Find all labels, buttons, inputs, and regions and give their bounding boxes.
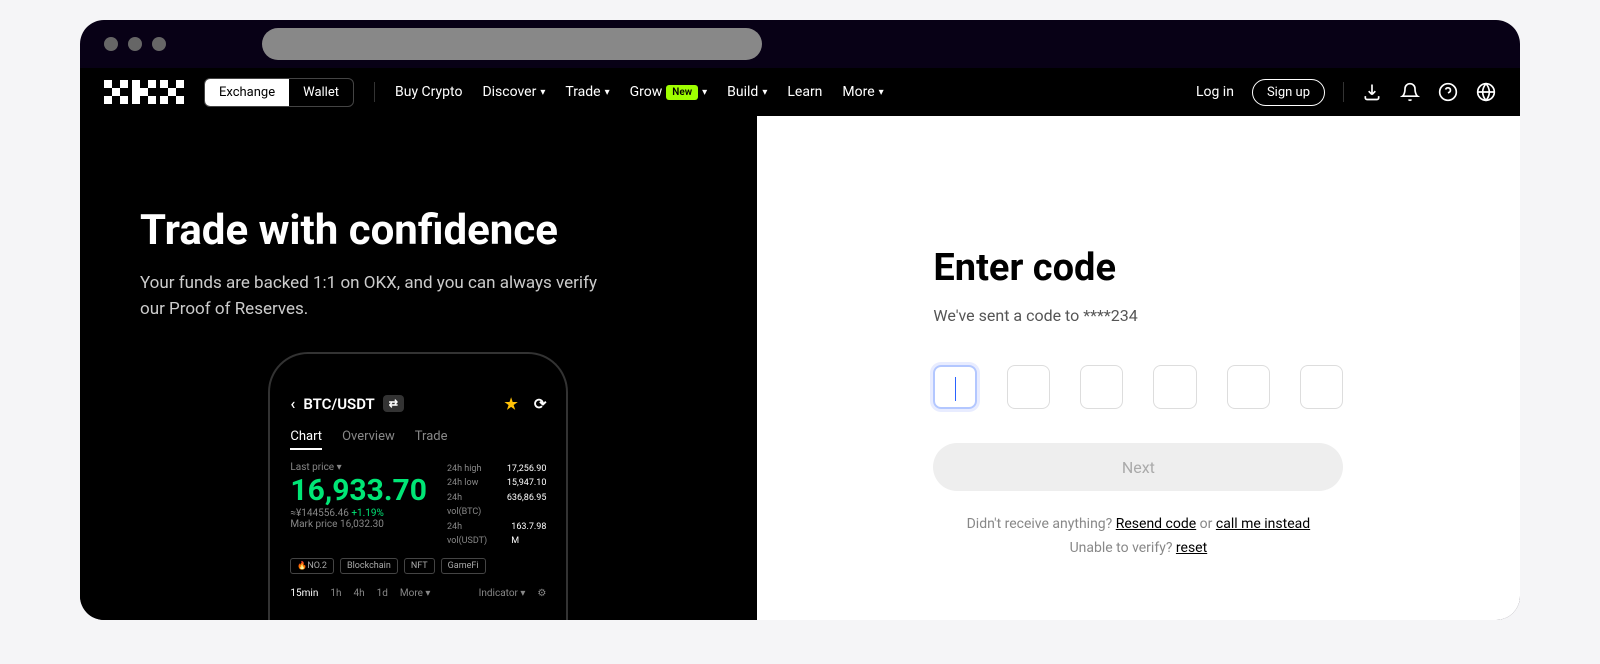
hero-title: Trade with confidence bbox=[140, 206, 697, 255]
exchange-toggle[interactable]: Exchange bbox=[205, 79, 289, 106]
address-bar[interactable] bbox=[262, 28, 762, 60]
divider bbox=[1343, 82, 1344, 102]
back-icon: ‹ bbox=[290, 394, 295, 413]
bell-icon[interactable] bbox=[1400, 82, 1420, 102]
resend-code-link[interactable]: Resend code bbox=[1116, 516, 1196, 532]
tag: GameFi bbox=[441, 558, 486, 574]
mark-price: Mark price 16,032.30 bbox=[290, 519, 427, 530]
form-title: Enter code bbox=[933, 246, 1343, 290]
code-digit-1[interactable] bbox=[933, 365, 976, 409]
tf-4h: 4h bbox=[354, 588, 365, 599]
price-stats: 24h high17,256.90 24h low15,947.10 24h v… bbox=[447, 462, 546, 548]
phone-mockup: ‹ BTC/USDT ⇄ ★ ⟳ Chart Overview Trade La… bbox=[268, 352, 568, 620]
window-controls bbox=[104, 37, 166, 51]
tf-more: More ▾ bbox=[400, 588, 431, 599]
browser-window: ▮▮▮ document.querySelector('.logo').styl… bbox=[80, 20, 1520, 620]
chevron-down-icon: ▾ bbox=[762, 87, 767, 98]
sub-price: ≈¥144556.46 +1.19% bbox=[290, 508, 427, 519]
phone-tab-chart: Chart bbox=[290, 429, 322, 450]
price-value: 16,933.70 bbox=[290, 473, 427, 508]
chevron-down-icon: ▾ bbox=[540, 87, 545, 98]
reset-link[interactable]: reset bbox=[1176, 540, 1207, 556]
close-dot[interactable] bbox=[104, 37, 118, 51]
chevron-down-icon: ▾ bbox=[879, 87, 884, 98]
code-digit-3[interactable] bbox=[1080, 365, 1123, 409]
star-icon: ★ bbox=[504, 395, 517, 413]
code-digit-4[interactable] bbox=[1153, 365, 1196, 409]
tags: NO.2 Blockchain NFT GameFi bbox=[290, 558, 546, 574]
nav-grow[interactable]: GrowNew▾ bbox=[630, 84, 708, 100]
pair-name: BTC/USDT bbox=[303, 395, 374, 413]
signup-button[interactable]: Sign up bbox=[1252, 79, 1325, 106]
code-digit-2[interactable] bbox=[1007, 365, 1050, 409]
tag: Blockchain bbox=[340, 558, 398, 574]
nav-learn[interactable]: Learn bbox=[787, 84, 822, 100]
nav-more[interactable]: More▾ bbox=[842, 84, 883, 100]
code-inputs bbox=[933, 365, 1343, 409]
tag: NFT bbox=[404, 558, 435, 574]
nav-buy-crypto[interactable]: Buy Crypto bbox=[395, 84, 462, 100]
minimize-dot[interactable] bbox=[128, 37, 142, 51]
form-subtitle: We've sent a code to ****234 bbox=[933, 306, 1343, 325]
tf-1d: 1d bbox=[377, 588, 388, 599]
timeframes: 15min 1h 4h 1d More ▾ Indicator ▾ ⚙ bbox=[290, 588, 546, 599]
phone-tabs: Chart Overview Trade bbox=[290, 429, 546, 450]
divider bbox=[374, 82, 375, 102]
tf-1h: 1h bbox=[330, 588, 341, 599]
help-icon[interactable] bbox=[1438, 82, 1458, 102]
download-icon[interactable] bbox=[1362, 82, 1382, 102]
nav-trade[interactable]: Trade▾ bbox=[565, 84, 609, 100]
price-row: Last price ▾ 16,933.70 ≈¥144556.46 +1.19… bbox=[290, 462, 546, 548]
settings-icon: ⚙ bbox=[537, 588, 546, 599]
nav-build[interactable]: Build▾ bbox=[727, 84, 767, 100]
phone-tab-overview: Overview bbox=[342, 429, 395, 450]
content: Trade with confidence Your funds are bac… bbox=[80, 116, 1520, 620]
form-panel: Enter code We've sent a code to ****234 … bbox=[757, 116, 1520, 620]
tf-15min: 15min bbox=[290, 588, 318, 599]
indicator: Indicator ▾ bbox=[479, 588, 526, 599]
swap-icon: ⇄ bbox=[383, 395, 404, 412]
help-text: Didn't receive anything? Resend code or … bbox=[933, 513, 1343, 561]
call-me-link[interactable]: call me instead bbox=[1216, 516, 1310, 532]
last-price-label: Last price ▾ bbox=[290, 462, 427, 473]
hero-subtitle: Your funds are backed 1:1 on OKX, and yo… bbox=[140, 271, 620, 322]
code-digit-6[interactable] bbox=[1300, 365, 1343, 409]
next-button[interactable]: Next bbox=[933, 443, 1343, 491]
new-badge: New bbox=[666, 85, 698, 100]
hero-panel: Trade with confidence Your funds are bac… bbox=[80, 116, 757, 620]
wallet-toggle[interactable]: Wallet bbox=[289, 79, 353, 106]
phone-tab-trade: Trade bbox=[415, 429, 448, 450]
chevron-down-icon: ▾ bbox=[605, 87, 610, 98]
nav-right: Log in Sign up bbox=[1196, 79, 1496, 106]
maximize-dot[interactable] bbox=[152, 37, 166, 51]
code-digit-5[interactable] bbox=[1227, 365, 1270, 409]
login-link[interactable]: Log in bbox=[1196, 84, 1234, 100]
mode-toggle: Exchange Wallet bbox=[204, 78, 354, 107]
nav-discover[interactable]: Discover▾ bbox=[482, 84, 545, 100]
code-form: Enter code We've sent a code to ****234 … bbox=[933, 246, 1343, 561]
chevron-down-icon: ▾ bbox=[702, 87, 707, 98]
phone-header: ‹ BTC/USDT ⇄ ★ ⟳ bbox=[290, 394, 546, 413]
main-nav: ▮▮▮ document.querySelector('.logo').styl… bbox=[80, 68, 1520, 116]
okx-logo-svg[interactable] bbox=[104, 80, 184, 104]
tag: NO.2 bbox=[290, 558, 334, 574]
titlebar bbox=[80, 20, 1520, 68]
refresh-icon: ⟳ bbox=[534, 395, 547, 413]
globe-icon[interactable] bbox=[1476, 82, 1496, 102]
